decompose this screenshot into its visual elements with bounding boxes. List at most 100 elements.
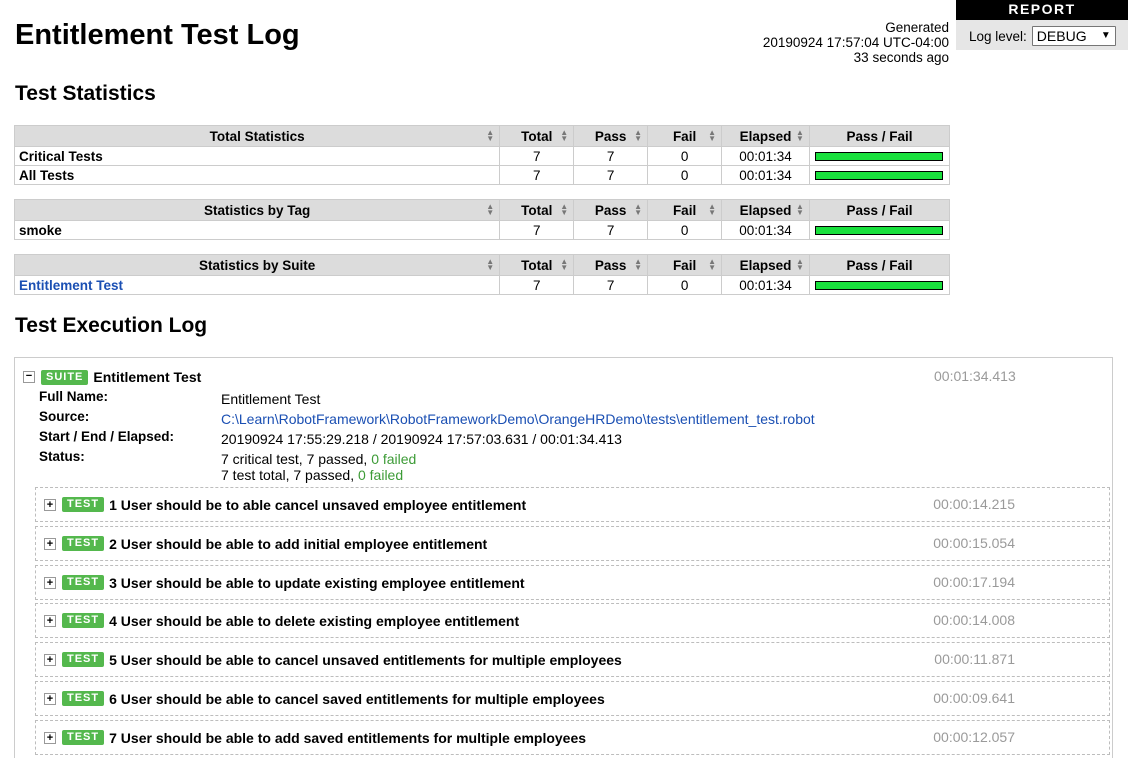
sort-icon[interactable]: ▲ ▼ (486, 129, 494, 143)
report-panel: REPORT Log level: DEBUG ▼ (956, 0, 1128, 50)
sort-icon[interactable]: ▲ ▼ (796, 258, 804, 272)
pass-bar-fill (816, 226, 943, 234)
sort-icon[interactable]: ▲ ▼ (634, 129, 642, 143)
column-header-label: Pass (594, 257, 627, 273)
test-badge: TEST (62, 575, 105, 590)
test-badge: TEST (62, 497, 105, 512)
test-elapsed: 00:00:09.641 (933, 690, 1015, 706)
meta-row-status: Status: 7 critical test, 7 passed, 0 fai… (39, 449, 815, 483)
test-elapsed: 00:00:11.871 (934, 651, 1015, 667)
column-header-label: Pass / Fail (846, 128, 913, 144)
column-header-fail[interactable]: Fail ▲ ▼ (647, 125, 723, 147)
stats-table: Total Statistics ▲ ▼ Total ▲ ▼ Pass ▲ ▼ Fail ▲ ▼ Ela… (13, 125, 951, 185)
column-header-label: Elapsed (739, 257, 792, 273)
column-header-pass[interactable]: Pass ▲ ▼ (573, 125, 649, 147)
sort-icon[interactable]: ▲ ▼ (560, 129, 568, 143)
test-name: 2 User should be able to add initial emp… (109, 535, 488, 552)
table-row: Entitlement Test 7 7 0 00:01:34 (13, 275, 951, 295)
test-row[interactable]: + TEST 4 User should be able to delete exi… (35, 603, 1110, 638)
suite-stat-link[interactable]: Entitlement Test (19, 278, 123, 293)
sort-icon[interactable]: ▲ ▼ (708, 203, 716, 217)
stat-name-cell: All Tests (13, 165, 501, 185)
expand-toggle-icon[interactable]: + (44, 731, 56, 744)
column-header-name[interactable]: Statistics by Tag ▲ ▼ (13, 199, 501, 221)
test-elapsed: 00:00:14.008 (933, 612, 1015, 628)
column-header-name[interactable]: Total Statistics ▲ ▼ (13, 125, 501, 147)
sort-icon[interactable]: ▲ ▼ (486, 258, 494, 272)
column-header-total[interactable]: Total ▲ ▼ (499, 254, 575, 276)
sort-icon[interactable]: ▲ ▼ (708, 258, 716, 272)
test-row[interactable]: + TEST 2 User should be able to add initia… (35, 526, 1110, 561)
suite-badge: SUITE (41, 369, 89, 385)
column-header-pass[interactable]: Pass ▲ ▼ (573, 254, 649, 276)
suite-name: Entitlement Test (93, 369, 202, 385)
pass-fail-bar (815, 170, 944, 180)
stat-name: smoke (19, 222, 62, 238)
stat-elapsed: 00:01:34 (721, 275, 810, 295)
column-header-name[interactable]: Statistics by Suite ▲ ▼ (13, 254, 501, 276)
expand-toggle-icon[interactable]: + (44, 498, 56, 511)
stat-fail: 0 (647, 165, 723, 185)
suite-elapsed: 00:01:34.413 (934, 368, 1016, 384)
expand-toggle-icon[interactable]: + (44, 653, 56, 666)
stat-total: 7 (499, 220, 575, 240)
meta-row-times: Start / End / Elapsed: 20190924 17:55:29… (39, 429, 815, 449)
test-name: 5 User should be able to cancel unsaved … (109, 651, 622, 668)
test-name: 1 User should be to able cancel unsaved … (109, 496, 527, 513)
report-link[interactable]: REPORT (956, 0, 1128, 20)
column-header-pass[interactable]: Pass ▲ ▼ (573, 199, 649, 221)
column-header-elapsed[interactable]: Elapsed ▲ ▼ (721, 199, 810, 221)
test-elapsed: 00:00:12.057 (933, 729, 1015, 745)
stat-name-cell: Entitlement Test (13, 275, 501, 295)
column-header-label: Total (521, 257, 553, 273)
column-header-elapsed[interactable]: Elapsed ▲ ▼ (721, 125, 810, 147)
test-name: 7 User should be able to add saved entit… (109, 729, 587, 746)
expand-toggle-icon[interactable]: + (44, 537, 56, 550)
status-label: Status: (39, 449, 85, 464)
column-header-elapsed[interactable]: Elapsed ▲ ▼ (721, 254, 810, 276)
test-name: 4 User should be able to delete existing… (109, 612, 520, 629)
expand-toggle-icon[interactable]: + (44, 576, 56, 589)
test-badge: TEST (62, 652, 105, 667)
expand-toggle-icon[interactable]: + (44, 614, 56, 627)
test-row[interactable]: + TEST 5 User should be able to cancel uns… (35, 642, 1110, 677)
stat-name: Critical Tests (19, 148, 103, 164)
stats-table: Statistics by Tag ▲ ▼ Total ▲ ▼ Pass ▲ ▼ Fail ▲ ▼ El… (13, 199, 951, 240)
test-row[interactable]: + TEST 1 User should be to able cancel uns… (35, 487, 1110, 522)
column-header-label: Pass (594, 128, 627, 144)
column-header-label: Elapsed (739, 202, 792, 218)
test-row[interactable]: + TEST 3 User should be able to update exi… (35, 565, 1110, 600)
source-label: Source: (39, 409, 90, 424)
column-header-label: Pass / Fail (846, 257, 913, 273)
status-critical-text: 7 critical test, 7 passed, (221, 451, 368, 467)
column-header-fail[interactable]: Fail ▲ ▼ (647, 254, 723, 276)
generated-ago: 33 seconds ago (853, 50, 949, 65)
column-header-total[interactable]: Total ▲ ▼ (499, 199, 575, 221)
test-row[interactable]: + TEST 7 User should be able to add saved … (35, 720, 1110, 755)
status-critical: 7 critical test, 7 passed, 0 failed (221, 451, 416, 467)
sort-icon[interactable]: ▲ ▼ (796, 129, 804, 143)
collapse-toggle-icon[interactable]: − (23, 371, 35, 383)
log-level-select[interactable]: DEBUG ▼ (1031, 26, 1116, 46)
stat-total: 7 (499, 275, 575, 295)
section-title-statistics: Test Statistics (15, 82, 156, 105)
column-header-fail[interactable]: Fail ▲ ▼ (647, 199, 723, 221)
sort-icon[interactable]: ▲ ▼ (486, 203, 494, 217)
sort-icon[interactable]: ▲ ▼ (560, 258, 568, 272)
stat-elapsed: 00:01:34 (721, 220, 810, 240)
sort-icon[interactable]: ▲ ▼ (796, 203, 804, 217)
test-badge: TEST (62, 730, 105, 745)
stat-pass: 7 (573, 146, 649, 166)
stat-elapsed: 00:01:34 (721, 146, 810, 166)
stat-name-cell: Critical Tests (13, 146, 501, 166)
sort-icon[interactable]: ▲ ▼ (634, 203, 642, 217)
column-header-label: Elapsed (739, 128, 792, 144)
test-row[interactable]: + TEST 6 User should be able to cancel sav… (35, 681, 1110, 716)
source-link[interactable]: C:\Learn\RobotFramework\RobotFrameworkDe… (221, 411, 815, 429)
sort-icon[interactable]: ▲ ▼ (708, 129, 716, 143)
status-total-text: 7 test total, 7 passed, (221, 467, 355, 483)
sort-icon[interactable]: ▲ ▼ (634, 258, 642, 272)
sort-icon[interactable]: ▲ ▼ (560, 203, 568, 217)
expand-toggle-icon[interactable]: + (44, 692, 56, 705)
column-header-total[interactable]: Total ▲ ▼ (499, 125, 575, 147)
